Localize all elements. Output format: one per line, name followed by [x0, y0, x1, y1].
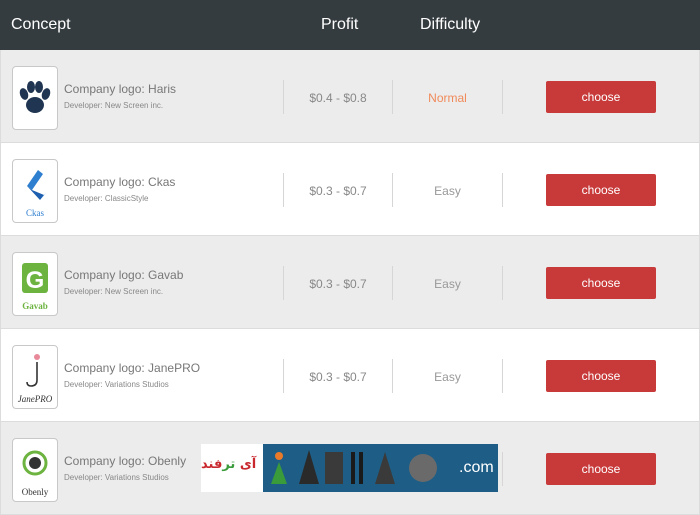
choose-button[interactable]: choose [546, 360, 656, 392]
concept-developer: Developer: Variations Studios [64, 473, 169, 482]
choose-button[interactable]: choose [546, 267, 656, 299]
concept-developer: Developer: New Screen inc. [64, 287, 164, 296]
company-logo: Ckas [12, 159, 58, 223]
concept-row: G Gavab Company logo: Gavab Developer: N… [0, 236, 700, 329]
divider [502, 173, 503, 207]
concept-row: JanePRO Company logo: JanePRO Developer:… [0, 329, 700, 422]
difficulty-value: Easy [434, 370, 461, 384]
profit-value: $0.3 - $0.7 [309, 277, 367, 291]
choose-button[interactable]: choose [546, 81, 656, 113]
profit-value: $0.4 - $0.8 [309, 91, 367, 105]
concept-title: Company logo: Haris [64, 82, 177, 96]
watermark-banner: آی ترفند .com [201, 444, 498, 492]
watermark-persian-text: آی ترفند [201, 457, 257, 472]
profit-value: $0.3 - $0.7 [309, 184, 367, 198]
concept-title: Company logo: Gavab [64, 268, 184, 282]
concept-developer: Developer: ClassicStyle [64, 194, 149, 203]
concept-row: Ckas Company logo: Ckas Developer: Class… [0, 143, 700, 236]
choose-button[interactable]: choose [546, 453, 656, 485]
logo-wordmark: JanePRO [17, 394, 53, 404]
concept-developer: Developer: New Screen inc. [64, 101, 164, 110]
concept-title: Company logo: Ckas [64, 175, 176, 189]
difficulty-value: Normal [428, 91, 467, 105]
watermark-domain-text: .com [459, 459, 494, 476]
svg-text:G: G [26, 267, 45, 294]
logo-wordmark: Obenly [21, 487, 49, 497]
divider [502, 266, 503, 300]
difficulty-value: Easy [434, 184, 461, 198]
table-header: Concept Profit Difficulty [0, 0, 700, 50]
paw-icon [19, 81, 51, 113]
watermark-logo-graphic [271, 450, 437, 484]
divider [502, 359, 503, 393]
difficulty-value: Easy [434, 277, 461, 291]
choose-button[interactable]: choose [546, 174, 656, 206]
concept-row: Company logo: Haris Developer: New Scree… [0, 50, 700, 143]
company-logo: G Gavab [12, 252, 58, 316]
concept-title: Company logo: Obenly [64, 454, 187, 468]
profit-value: $0.3 - $0.7 [309, 370, 367, 384]
company-logo [12, 66, 58, 130]
divider [502, 452, 503, 486]
watermark-text-area: آی ترفند [201, 444, 263, 492]
concept-developer: Developer: Variations Studios [64, 380, 169, 389]
concept-title: Company logo: JanePRO [64, 361, 201, 375]
logo-wordmark: Gavab [22, 301, 48, 311]
logo-wordmark: Ckas [26, 208, 44, 218]
company-logo: Obenly [12, 438, 58, 502]
company-logo: JanePRO [12, 345, 58, 409]
column-header-concept: Concept [11, 16, 71, 33]
column-header-profit: Profit [321, 16, 359, 33]
column-header-difficulty: Difficulty [420, 16, 481, 33]
divider [502, 80, 503, 114]
